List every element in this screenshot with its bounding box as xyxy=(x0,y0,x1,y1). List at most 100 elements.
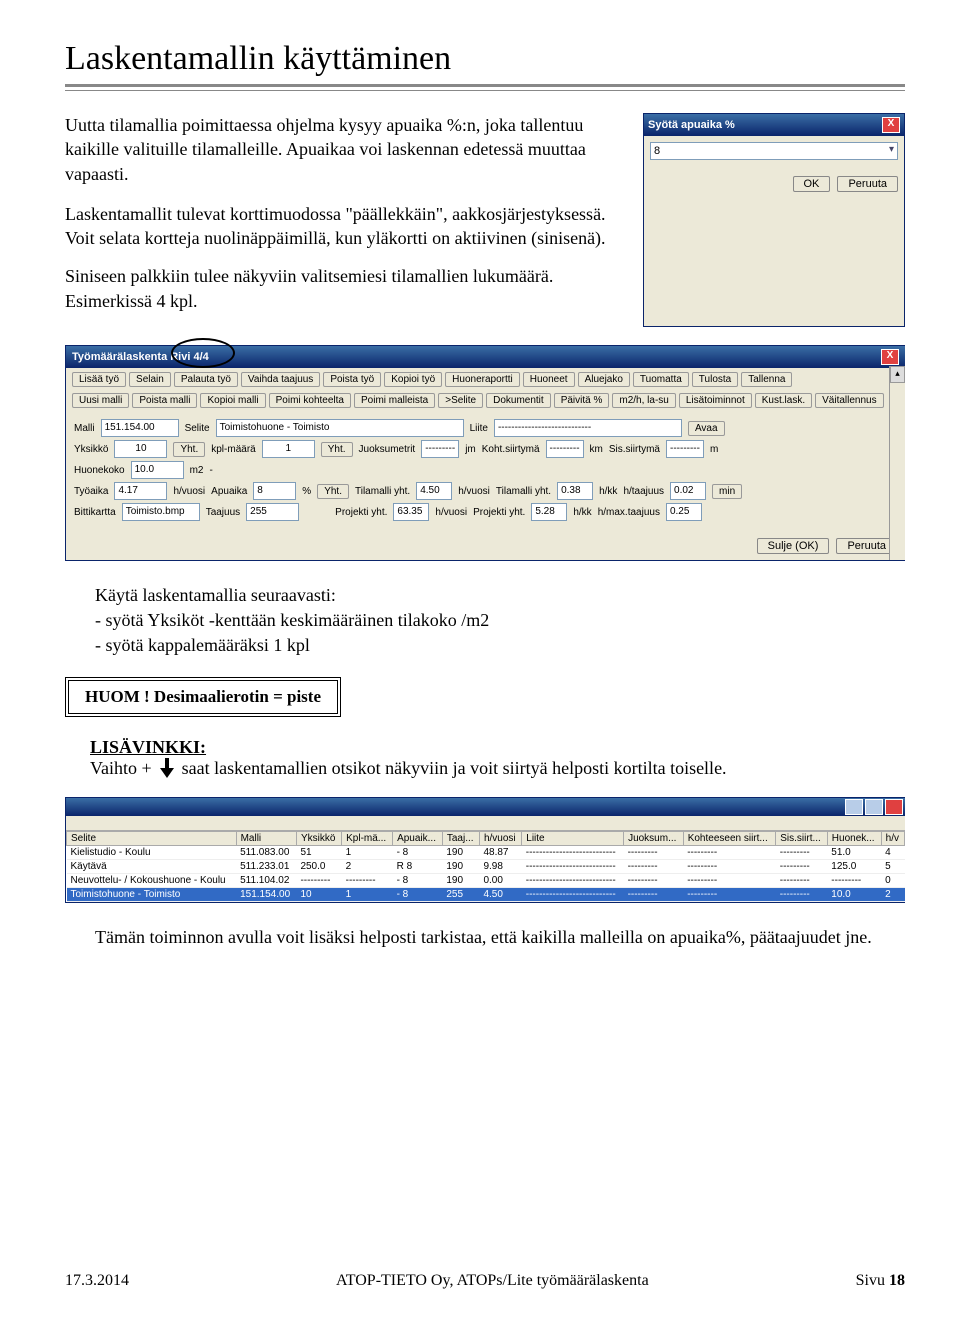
toolbar-button[interactable]: Poimi malleista xyxy=(354,393,435,408)
field-juoksumetrit[interactable]: --------- xyxy=(421,440,459,458)
column-header[interactable]: Huonek... xyxy=(827,831,881,845)
field-selite[interactable]: Toimistohuone - Toimisto xyxy=(216,419,464,437)
field-bittikartta[interactable]: Toimisto.bmp xyxy=(122,503,200,521)
scroll-up-icon[interactable]: ▴ xyxy=(890,366,905,383)
field-hmaxtaajuus[interactable]: 0.25 xyxy=(666,503,702,521)
field-projektiyht[interactable]: 63.35 xyxy=(393,503,429,521)
toolbar-button[interactable]: Tulosta xyxy=(692,372,738,387)
sulje-ok-button[interactable]: Sulje (OK) xyxy=(757,538,830,554)
unit-hvuosi-1: h/vuosi xyxy=(173,486,205,497)
column-header[interactable]: h/v xyxy=(881,831,904,845)
toolbar-button[interactable]: Päivitä % xyxy=(554,393,610,408)
column-header[interactable]: Malli xyxy=(236,831,296,845)
toolbar-button[interactable]: Kust.lask. xyxy=(755,393,812,408)
table-row[interactable]: Neuvottelu- / Kokoushuone - Koulu511.104… xyxy=(67,873,905,887)
toolbar-button[interactable]: Poista työ xyxy=(323,372,381,387)
scrollbar[interactable]: ▴ xyxy=(889,366,905,560)
avaa-button[interactable]: Avaa xyxy=(688,421,725,436)
toolbar-button[interactable]: Kopioi malli xyxy=(200,393,265,408)
table-cell: --------- xyxy=(624,873,684,887)
field-kohtsiirtyma[interactable]: --------- xyxy=(546,440,584,458)
toolbar-button[interactable]: m2/h, la-su xyxy=(612,393,675,408)
apuaika-input[interactable]: 8 xyxy=(650,142,898,160)
close-icon[interactable] xyxy=(885,799,903,815)
column-header[interactable]: Yksikkö xyxy=(296,831,341,845)
field-yksikko[interactable]: 10 xyxy=(114,440,167,458)
dash: - xyxy=(210,465,270,476)
field-htaajuus[interactable]: 0.02 xyxy=(670,482,706,500)
toolbar-button[interactable]: Poista malli xyxy=(132,393,197,408)
column-header[interactable]: Kpl-mä... xyxy=(342,831,393,845)
close-icon[interactable]: X xyxy=(881,349,899,365)
field-apuaika[interactable]: 8 xyxy=(253,482,296,500)
column-header[interactable]: Kohteeseen siirt... xyxy=(683,831,776,845)
window-title: Työmäärälaskenta Rivi 4/4 xyxy=(72,351,209,363)
usage-line-2: - syötä kappalemääräksi 1 kpl xyxy=(95,633,905,658)
toolbar-button[interactable]: Dokumentit xyxy=(486,393,551,408)
column-header[interactable]: h/vuosi xyxy=(479,831,521,845)
close-icon[interactable]: X xyxy=(882,117,900,133)
yht-button-2[interactable]: Yht. xyxy=(321,442,353,457)
min-button[interactable]: min xyxy=(712,484,742,499)
table-cell: - 8 xyxy=(393,873,443,887)
footer-mid: ATOP-TIETO Oy, ATOPs/Lite työmäärälasken… xyxy=(336,1272,649,1290)
maximize-icon[interactable] xyxy=(865,799,883,815)
table-cell: --------- xyxy=(624,845,684,859)
unit-hkk-1: h/kk xyxy=(599,486,617,497)
column-header[interactable]: Taaj... xyxy=(442,831,479,845)
table-row[interactable]: Käytävä511.233.01250.02R 81909.98-------… xyxy=(67,859,905,873)
column-header[interactable]: Liite xyxy=(522,831,624,845)
column-header[interactable]: Sis.siirt... xyxy=(776,831,828,845)
toolbar-button[interactable]: Lisää työ xyxy=(72,372,126,387)
label-juoksumetrit: Juoksumetrit xyxy=(359,444,416,455)
tyomaaralaskenta-window: Työmäärälaskenta Rivi 4/4 X Lisää työSel… xyxy=(65,345,905,561)
down-arrow-icon xyxy=(160,758,174,778)
table-cell: --------- xyxy=(683,887,776,901)
yht-button-3[interactable]: Yht. xyxy=(317,484,349,499)
table-row[interactable]: Toimistohuone - Toimisto151.154.00101- 8… xyxy=(67,887,905,901)
field-kplmaara[interactable]: 1 xyxy=(262,440,315,458)
toolbar-button[interactable]: >Selite xyxy=(438,393,483,408)
table-cell: R 8 xyxy=(393,859,443,873)
toolbar-button[interactable]: Tallenna xyxy=(741,372,792,387)
toolbar-button[interactable]: Selain xyxy=(129,372,171,387)
toolbar-button[interactable]: Kopioi työ xyxy=(384,372,442,387)
label-projektiyht2: Projekti yht. xyxy=(473,507,525,518)
toolbar-button[interactable]: Palauta työ xyxy=(174,372,238,387)
toolbar-button[interactable]: Väitallennus xyxy=(815,393,883,408)
field-taajuus[interactable]: 255 xyxy=(246,503,299,521)
toolbar-button[interactable]: Tuomatta xyxy=(633,372,689,387)
table-cell: 190 xyxy=(442,873,479,887)
column-header[interactable]: Selite xyxy=(67,831,237,845)
toolbar-button[interactable]: Vaihda taajuus xyxy=(241,372,320,387)
field-liite[interactable]: ---------------------------- xyxy=(494,419,682,437)
table-row[interactable]: Kielistudio - Koulu511.083.00511- 819048… xyxy=(67,845,905,859)
table-cell: 10.0 xyxy=(827,887,881,901)
column-header[interactable]: Juoksum... xyxy=(624,831,684,845)
field-tilamalliyht[interactable]: 4.50 xyxy=(416,482,452,500)
usage-heading: Käytä laskentamallia seuraavasti: xyxy=(95,583,905,608)
yht-button-1[interactable]: Yht. xyxy=(173,442,205,457)
toolbar-button[interactable]: Poimi kohteelta xyxy=(269,393,351,408)
toolbar-button[interactable]: Aluejako xyxy=(578,372,630,387)
table-cell: 255 xyxy=(442,887,479,901)
ok-button[interactable]: OK xyxy=(793,176,831,192)
field-tilamalliyht2[interactable]: 0.38 xyxy=(557,482,593,500)
field-sissiirtyma[interactable]: --------- xyxy=(666,440,704,458)
toolbar-button[interactable]: Lisätoiminnot xyxy=(679,393,752,408)
table-cell: --------- xyxy=(683,873,776,887)
field-malli[interactable]: 151.154.00 xyxy=(101,419,179,437)
toolbar-button[interactable]: Huoneet xyxy=(523,372,575,387)
cancel-button[interactable]: Peruuta xyxy=(837,176,898,192)
minimize-icon[interactable] xyxy=(845,799,863,815)
label-projektiyht: Projekti yht. xyxy=(335,507,387,518)
field-tyoaika[interactable]: 4.17 xyxy=(114,482,167,500)
peruuta-button[interactable]: Peruuta xyxy=(836,538,897,554)
label-malli: Malli xyxy=(74,423,95,434)
field-huonekoko[interactable]: 10.0 xyxy=(131,461,184,479)
field-projektiyht2[interactable]: 5.28 xyxy=(531,503,567,521)
column-header[interactable]: Apuaik... xyxy=(393,831,443,845)
label-liite: Liite xyxy=(470,423,488,434)
toolbar-button[interactable]: Uusi malli xyxy=(72,393,129,408)
toolbar-button[interactable]: Huoneraportti xyxy=(445,372,520,387)
